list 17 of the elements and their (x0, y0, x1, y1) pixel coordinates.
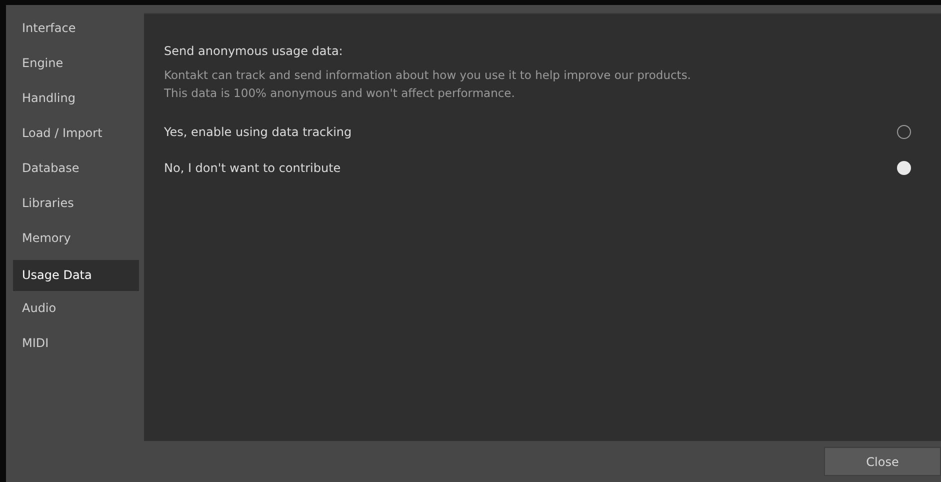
description-text: Kontakt can track and send information about how you use it to help improve our products. (164, 67, 692, 84)
sidebar-item[interactable]: Database (13, 153, 139, 188)
sidebar-item[interactable]: Handling (13, 83, 139, 118)
option-label: Yes, enable using data tracking (164, 125, 352, 139)
sidebar-item[interactable]: Interface (13, 13, 139, 48)
sidebar-item[interactable]: MIDI (13, 328, 139, 363)
option-label: No, I don't want to contribute (164, 161, 341, 175)
sidebar-item[interactable]: Audio (13, 293, 139, 328)
description-text: This data is 100% anonymous and won't affect performance. (164, 85, 516, 102)
section-heading: Send anonymous usage data: (164, 44, 344, 58)
sidebar-item[interactable]: Usage Data (13, 260, 139, 291)
sidebar-item[interactable]: Load / Import (13, 118, 139, 153)
sidebar-item[interactable]: Memory (13, 223, 139, 258)
radio-button[interactable] (897, 125, 911, 139)
close-button[interactable]: Close (824, 447, 941, 476)
sidebar-item[interactable]: Engine (13, 48, 139, 83)
sidebar-item[interactable]: Libraries (13, 188, 139, 223)
